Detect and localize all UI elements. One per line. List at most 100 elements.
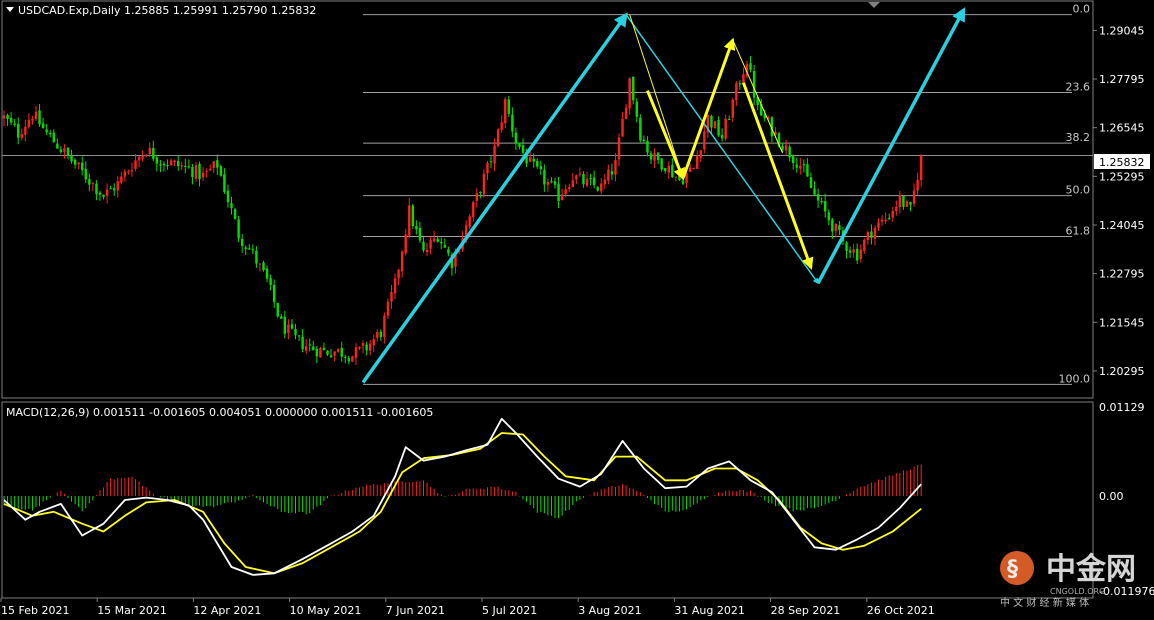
candle <box>34 105 38 121</box>
candle <box>162 161 166 172</box>
candle <box>73 158 77 169</box>
candle <box>49 129 52 138</box>
candle <box>632 76 635 105</box>
candle <box>134 154 137 172</box>
candle <box>585 171 589 188</box>
price-tick-label: 1.20295 <box>1099 365 1145 378</box>
candle <box>237 215 240 243</box>
scroll-marker-icon[interactable] <box>868 2 880 8</box>
candle <box>635 98 638 123</box>
current-price-marker: 1.25832 <box>1094 154 1150 169</box>
candle <box>304 339 308 355</box>
candle <box>312 340 315 351</box>
candle <box>834 223 838 238</box>
fib-level-label: 100.0 <box>1059 372 1091 385</box>
candle <box>877 218 880 231</box>
candle <box>130 162 134 177</box>
candle <box>845 241 848 259</box>
candle <box>301 329 304 353</box>
candle <box>795 157 798 173</box>
candle <box>141 150 144 162</box>
candle <box>568 183 571 192</box>
candle <box>191 163 194 185</box>
candle <box>799 157 802 175</box>
macd-header: MACD(12,26,9) 0.001511 -0.001605 0.00405… <box>6 406 433 419</box>
candle <box>639 113 642 143</box>
wave-arrow-cyan[interactable] <box>361 12 628 384</box>
candle <box>784 140 788 156</box>
candle <box>592 170 596 189</box>
candle <box>59 146 63 154</box>
candle <box>468 213 471 230</box>
cngold-logo-glyph: § <box>1007 557 1018 582</box>
macd-signal-line <box>3 432 922 575</box>
candle <box>895 200 898 216</box>
wave-arrow-yellow[interactable] <box>742 82 814 270</box>
candle <box>198 161 201 187</box>
candle <box>123 169 127 182</box>
candle <box>703 124 706 154</box>
candle <box>539 160 543 175</box>
candle <box>52 129 55 143</box>
time-axis: 15 Feb 2021 15 Mar 2021 12 Apr 2021 10 May … <box>0 598 935 617</box>
candle <box>290 319 294 330</box>
candle <box>113 183 116 196</box>
candle <box>660 157 663 172</box>
candle <box>333 351 336 362</box>
candle <box>479 191 482 199</box>
candle <box>571 173 574 188</box>
wave-arrow-yellow[interactable] <box>646 89 685 181</box>
candle <box>386 298 390 320</box>
candle <box>614 152 617 182</box>
candle <box>66 147 70 160</box>
candle <box>127 169 130 175</box>
candle <box>429 236 432 255</box>
candle <box>308 338 311 352</box>
watermark-domain: CNGOLD.ORG <box>1050 587 1105 596</box>
candle <box>137 155 141 168</box>
candle <box>425 242 429 257</box>
candle <box>31 115 34 125</box>
candle <box>230 196 233 215</box>
symbol-menu-icon[interactable] <box>6 7 14 12</box>
candle <box>863 238 866 254</box>
candle <box>180 161 183 170</box>
candle <box>696 150 699 169</box>
fib-level-label: 38.2 <box>1066 131 1091 144</box>
price-chart[interactable]: 0.023.638.250.061.8100.0 1.290451.277951… <box>0 0 1154 620</box>
time-tick-label: 12 Apr 2021 <box>193 604 261 617</box>
candle <box>447 246 450 257</box>
candle <box>859 244 862 263</box>
candle <box>912 183 916 208</box>
candle <box>383 312 386 344</box>
wave-arrow-cyan[interactable] <box>816 7 966 285</box>
candle <box>788 144 791 162</box>
candle <box>752 65 756 106</box>
candle <box>109 185 112 190</box>
candle <box>315 345 319 364</box>
candle <box>642 135 646 143</box>
candle <box>802 159 806 173</box>
wave-line-yellow[interactable] <box>629 14 684 179</box>
candle <box>240 234 244 253</box>
candle <box>546 178 550 192</box>
candle <box>504 96 507 129</box>
candle <box>856 243 859 264</box>
candle <box>194 161 198 182</box>
candle <box>404 228 407 256</box>
candle <box>848 246 852 258</box>
candle <box>152 140 155 162</box>
candle <box>77 162 80 170</box>
fibonacci-retracement[interactable]: 0.0 23.6 38.2 50.0 61.8 100.0 <box>2 3 1093 386</box>
wave-arrow-yellow[interactable] <box>681 37 736 179</box>
candle <box>248 243 251 251</box>
candle <box>283 310 287 339</box>
candle <box>514 127 518 151</box>
candle <box>319 346 322 358</box>
candle <box>70 149 73 164</box>
candle <box>692 167 695 170</box>
candle <box>347 355 351 365</box>
wave-line-yellow[interactable] <box>732 39 784 153</box>
candle <box>340 341 343 362</box>
candle <box>507 95 511 117</box>
